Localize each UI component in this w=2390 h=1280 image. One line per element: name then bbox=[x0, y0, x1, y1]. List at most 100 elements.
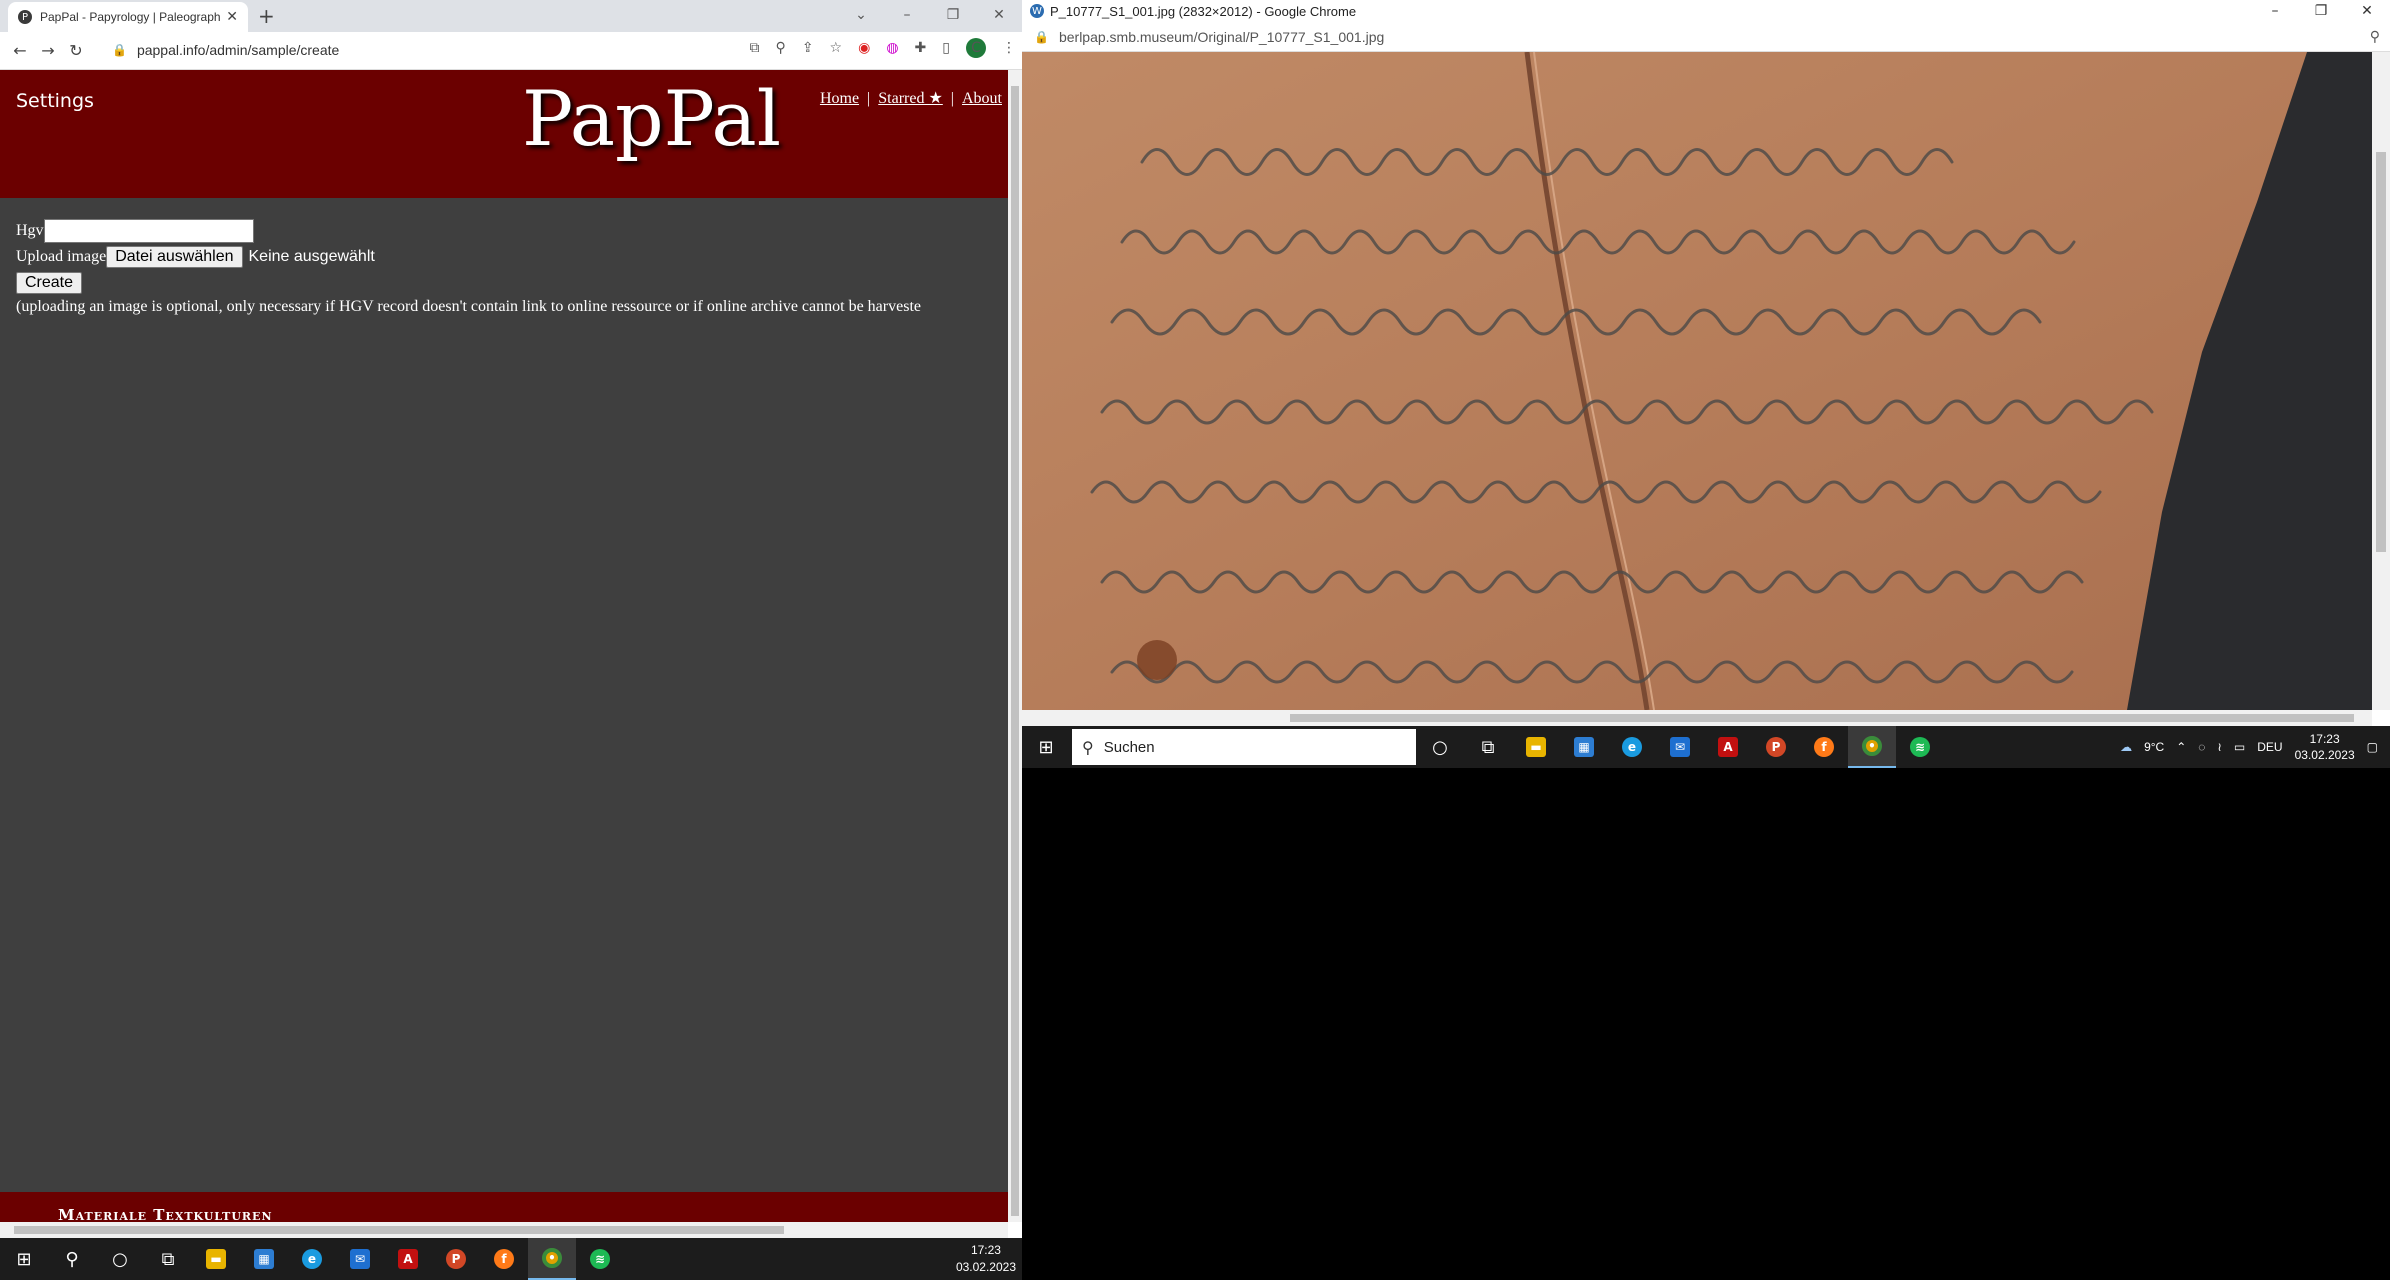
menu-kebab-icon[interactable]: ⋮ bbox=[1002, 40, 1016, 56]
vertical-scrollbar[interactable] bbox=[1008, 70, 1022, 1222]
restore-icon[interactable]: ❐ bbox=[2298, 0, 2344, 22]
spotify-icon[interactable]: ≋ bbox=[1896, 726, 1944, 768]
firefox-icon[interactable]: f bbox=[1800, 726, 1848, 768]
wifi-icon[interactable]: ≀ bbox=[2217, 740, 2222, 754]
lock-icon[interactable]: 🔒 bbox=[1034, 30, 1049, 44]
bookmark-star-icon[interactable]: ☆ bbox=[830, 40, 843, 56]
url-box[interactable]: 🔒 pappal.info/admin/sample/create bbox=[112, 36, 712, 64]
right-window-controls: – ❐ ✕ bbox=[2252, 0, 2390, 22]
right-taskbar: ⊞ ⚲ Suchen ○ ⧉ ▬ ▦ e ✉ A P f • ≋ ☁ 9°C ⌃… bbox=[1022, 726, 2390, 768]
toolbar-icons: ⧉ ⚲ ⇪ ☆ ◉ ◍ ✚ ▯ C ⋮ bbox=[750, 38, 1016, 58]
right-browser-window: W P_10777_S1_001.jpg (2832×2012) - Googl… bbox=[1022, 0, 2390, 726]
right-url-text[interactable]: berlpap.smb.museum/Original/P_10777_S1_0… bbox=[1059, 29, 1384, 45]
tab-pappal[interactable]: P PapPal - Papyrology | Paleograph ✕ bbox=[8, 2, 248, 32]
right-vertical-scrollbar[interactable] bbox=[2372, 52, 2390, 710]
clock-date: 03.02.2023 bbox=[955, 1260, 1016, 1274]
close-window-icon[interactable]: ✕ bbox=[2344, 0, 2390, 22]
taskbar-clock[interactable]: 17:23 03.02.2023 bbox=[956, 1242, 1016, 1276]
windows-start-icon[interactable]: ⊞ bbox=[0, 1238, 48, 1280]
chrome-icon[interactable]: • bbox=[528, 1238, 576, 1280]
acrobat-icon[interactable]: A bbox=[1704, 726, 1752, 768]
chrome-icon[interactable]: • bbox=[1848, 726, 1896, 768]
scrollbar-thumb[interactable] bbox=[1011, 86, 1019, 1216]
cortana-icon[interactable]: ○ bbox=[96, 1238, 144, 1280]
wordpress-favicon-icon: W bbox=[1030, 4, 1044, 18]
profile-avatar[interactable]: C bbox=[966, 38, 986, 58]
tab-search-icon[interactable]: ⌄ bbox=[838, 4, 884, 26]
windows-start-icon[interactable]: ⊞ bbox=[1022, 726, 1070, 768]
papyrus-image bbox=[1022, 52, 2372, 710]
zoom-icon[interactable]: ⚲ bbox=[776, 40, 786, 56]
firefox-icon[interactable]: f bbox=[480, 1238, 528, 1280]
spotify-icon[interactable]: ≋ bbox=[576, 1238, 624, 1280]
share-icon[interactable]: ⇪ bbox=[802, 40, 814, 56]
mail-icon[interactable]: ✉ bbox=[1656, 726, 1704, 768]
notifications-icon[interactable]: ▢ bbox=[2367, 740, 2378, 754]
lock-icon[interactable]: 🔒 bbox=[112, 43, 127, 57]
clock-time: 17:23 bbox=[2309, 732, 2340, 746]
hgv-input[interactable] bbox=[43, 219, 254, 243]
footer-text: Materiale Textkulturen bbox=[58, 1206, 273, 1222]
search-icon[interactable]: ⚲ bbox=[48, 1238, 96, 1280]
translate-icon[interactable]: ⧉ bbox=[750, 40, 760, 56]
edge-icon[interactable]: e bbox=[1608, 726, 1656, 768]
taskbar-search-box[interactable]: ⚲ Suchen bbox=[1072, 729, 1416, 765]
powerpoint-icon[interactable]: P bbox=[432, 1238, 480, 1280]
back-icon[interactable]: ← bbox=[6, 41, 34, 60]
system-tray: ☁ 9°C ⌃ ◌ ≀ ▭ DEU 17:23 03.02.2023 ▢ bbox=[2120, 726, 2390, 768]
create-button[interactable]: Create bbox=[16, 272, 83, 294]
cortana-icon[interactable]: ○ bbox=[1416, 726, 1464, 768]
mail-icon[interactable]: ✉ bbox=[336, 1238, 384, 1280]
reload-icon[interactable]: ↻ bbox=[62, 41, 90, 60]
weather-temp[interactable]: 9°C bbox=[2144, 740, 2164, 754]
battery-icon[interactable]: ▭ bbox=[2234, 740, 2245, 754]
tab-strip: P PapPal - Papyrology | Paleograph ✕ + ⌄… bbox=[0, 0, 1022, 32]
right-address-bar[interactable]: 🔒 berlpap.smb.museum/Original/P_10777_S1… bbox=[1022, 22, 2390, 52]
nav-starred[interactable]: Starred ★ bbox=[878, 90, 943, 107]
settings-link[interactable]: Settings bbox=[16, 90, 94, 112]
url-text[interactable]: pappal.info/admin/sample/create bbox=[137, 42, 339, 58]
taskbar-clock[interactable]: 17:23 03.02.2023 bbox=[2295, 731, 2355, 763]
network-icon[interactable]: ◌ bbox=[2198, 740, 2205, 754]
site-logo[interactable]: PapPal bbox=[522, 74, 781, 163]
new-tab-icon[interactable]: + bbox=[258, 4, 275, 28]
file-status: Keine ausgewählt bbox=[248, 248, 375, 265]
extension-red-icon[interactable]: ◉ bbox=[858, 40, 870, 56]
papyrus-image-view[interactable] bbox=[1022, 52, 2372, 710]
scrollbar-thumb[interactable] bbox=[2376, 152, 2386, 552]
file-explorer-icon[interactable]: ▬ bbox=[192, 1238, 240, 1280]
pappal-favicon-icon: P bbox=[18, 10, 32, 24]
powerpoint-icon[interactable]: P bbox=[1752, 726, 1800, 768]
right-horizontal-scrollbar[interactable] bbox=[1022, 710, 2372, 726]
extension-pink-icon[interactable]: ◍ bbox=[886, 40, 898, 56]
edge-icon[interactable]: e bbox=[288, 1238, 336, 1280]
upload-image-label: Upload image bbox=[16, 248, 107, 265]
scrollbar-thumb[interactable] bbox=[14, 1226, 784, 1234]
tray-chevron-icon[interactable]: ⌃ bbox=[2176, 740, 2186, 754]
choose-file-button[interactable]: Datei auswählen bbox=[106, 246, 243, 268]
tab-title: PapPal - Papyrology | Paleograph bbox=[40, 10, 221, 24]
scrollbar-thumb[interactable] bbox=[1290, 714, 2354, 722]
forward-icon[interactable]: → bbox=[34, 41, 62, 60]
horizontal-scrollbar[interactable] bbox=[0, 1222, 1008, 1238]
extensions-puzzle-icon[interactable]: ✚ bbox=[915, 40, 927, 56]
store-icon[interactable]: ▦ bbox=[1560, 726, 1608, 768]
minimize-icon[interactable]: – bbox=[884, 4, 930, 26]
store-icon[interactable]: ▦ bbox=[240, 1238, 288, 1280]
taskbar-apps: ○ ⧉ ▬ ▦ e ✉ A P f • ≋ bbox=[1416, 726, 1944, 768]
acrobat-icon[interactable]: A bbox=[384, 1238, 432, 1280]
zoom-icon[interactable]: ⚲ bbox=[2370, 29, 2380, 45]
language-indicator[interactable]: DEU bbox=[2257, 740, 2282, 754]
restore-icon[interactable]: ❐ bbox=[930, 4, 976, 26]
task-view-icon[interactable]: ⧉ bbox=[144, 1238, 192, 1280]
side-panel-icon[interactable]: ▯ bbox=[942, 40, 950, 56]
task-view-icon[interactable]: ⧉ bbox=[1464, 726, 1512, 768]
minimize-icon[interactable]: – bbox=[2252, 0, 2298, 22]
weather-cloud-icon[interactable]: ☁ bbox=[2120, 740, 2132, 754]
nav-about[interactable]: About bbox=[962, 90, 1002, 107]
nav-home[interactable]: Home bbox=[820, 90, 859, 107]
close-window-icon[interactable]: ✕ bbox=[976, 4, 1022, 26]
file-explorer-icon[interactable]: ▬ bbox=[1512, 726, 1560, 768]
search-placeholder: Suchen bbox=[1103, 738, 1155, 756]
tab-close-icon[interactable]: ✕ bbox=[226, 9, 238, 25]
